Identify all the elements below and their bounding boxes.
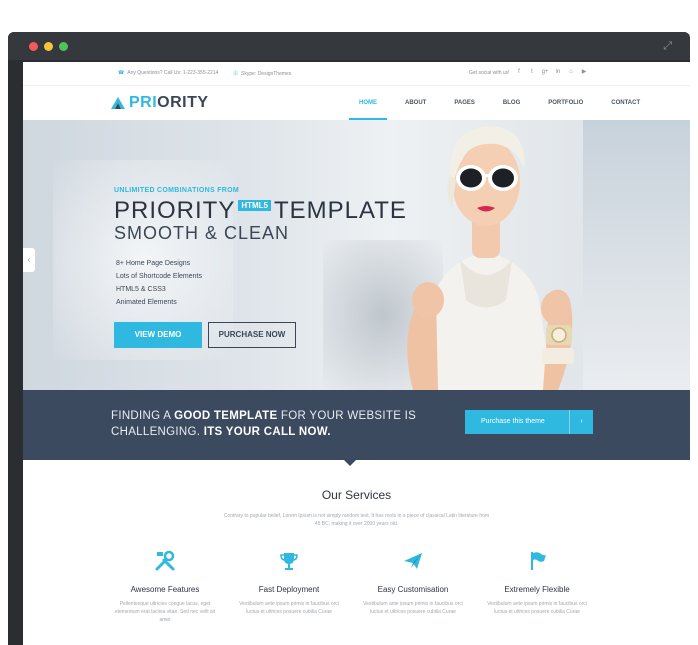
feature-item: HTML5 & CSS3 — [116, 286, 166, 293]
trophy-icon — [280, 553, 298, 570]
site-logo[interactable]: PRIORITY — [111, 94, 209, 112]
hero-background-blur — [583, 120, 690, 390]
html5-badge: HTML5 — [238, 200, 272, 211]
cta-text-segment: FINDING A — [111, 410, 175, 422]
hero-feature-list: 8+ Home Page Designs Lots of Shortcode E… — [116, 257, 202, 309]
view-demo-button[interactable]: VIEW DEMO — [114, 322, 202, 348]
contact-text: Any Questions? Call Us: 1-223-355-2214 — [127, 70, 219, 76]
slider-prev-arrow[interactable]: ‹ — [23, 248, 35, 272]
flag-icon — [531, 552, 546, 570]
nav-item-about[interactable]: ABOUT — [395, 86, 436, 120]
feature-item: Lots of Shortcode Elements — [116, 273, 202, 280]
social-label: Get social with us! — [469, 70, 510, 76]
google-plus-icon[interactable]: g+ — [541, 68, 549, 76]
facebook-icon[interactable]: f — [515, 68, 523, 76]
services-title: Our Services — [321, 488, 392, 502]
skype-info: Ⓢ Skype: DesignThemes — [233, 70, 291, 77]
top-info-bar: ☎ Any Questions? Call Us: 1-223-355-2214 … — [23, 62, 690, 86]
nav-item-contact[interactable]: CONTACT — [601, 86, 650, 120]
logo-text: PRIORITY — [129, 94, 209, 112]
skype-text: Skype: DesignThemes — [241, 71, 292, 77]
contact-info: ☎ Any Questions? Call Us: 1-223-355-2214 — [118, 70, 218, 76]
cta-banner: FINDING A GOOD TEMPLATE FOR YOUR WEBSITE… — [23, 390, 690, 460]
feature-item: 8+ Home Page Designs — [116, 260, 191, 267]
expand-icon[interactable]: ⤢ — [663, 40, 672, 53]
youtube-icon[interactable]: ▶ — [580, 68, 588, 76]
social-links: f t g+ in ⌂ ▶ — [515, 68, 588, 76]
window-titlebar: ⤢ — [8, 32, 690, 60]
service-card: Fast Deployment Vestibulum ante ipsum pr… — [229, 550, 349, 616]
hero-eyebrow: UNLIMITED COMBINATIONS FROM — [114, 187, 240, 194]
purchase-theme-button[interactable]: Purchase this theme › — [465, 410, 593, 434]
tools-icon — [155, 550, 175, 571]
close-window-button[interactable] — [29, 42, 38, 51]
skype-icon: Ⓢ — [233, 71, 239, 77]
logo-text-accent: PRI — [129, 94, 158, 111]
hero-title-part1: PRIORITY — [114, 197, 236, 224]
logo-mark-icon — [111, 97, 125, 109]
service-description: Pellentesque ultricies congue lacus, ege… — [114, 601, 216, 623]
hero-title: PRIORITY HTML5 TEMPLATE — [114, 197, 407, 225]
cta-line-2: CHALLENGING. ITS YOUR CALL NOW. — [111, 424, 416, 440]
service-card: Easy Customisation Vestibulum ante ipsum… — [353, 550, 473, 616]
hero-model-image — [407, 126, 574, 390]
cta-text: FINDING A GOOD TEMPLATE FOR YOUR WEBSITE… — [111, 408, 416, 440]
browser-window: ⤢ ☎ Any Questions? Call Us: 1-223-355-221… — [8, 32, 690, 645]
hero-subtitle: SMOOTH & CLEAN — [114, 223, 290, 243]
nav-item-home[interactable]: HOME — [349, 86, 387, 120]
purchase-now-button[interactable]: PURCHASE NOW — [208, 322, 296, 348]
phone-icon: ☎ — [118, 70, 125, 76]
linkedin-icon[interactable]: in — [554, 68, 562, 76]
website-screen: ☎ Any Questions? Call Us: 1-223-355-2214 … — [23, 62, 690, 645]
twitter-icon[interactable]: t — [528, 68, 536, 76]
service-name: Extremely Flexible — [504, 585, 570, 594]
logo-text-rest: ORITY — [157, 94, 209, 111]
service-card: Extremely Flexible Vestibulum ante ipsum… — [477, 550, 597, 616]
cta-text-bold: ITS YOUR CALL NOW. — [203, 426, 331, 438]
services-intro: Contrary to popular belief, Lorem Ipsum … — [223, 513, 490, 527]
nav-menu: HOME ABOUT PAGES BLOG PORTFOLIO CONTACT — [349, 86, 658, 120]
cta-line-1: FINDING A GOOD TEMPLATE FOR YOUR WEBSITE… — [111, 408, 416, 424]
cta-text-segment: CHALLENGING. — [111, 426, 204, 438]
minimize-window-button[interactable] — [44, 42, 53, 51]
service-description: Vestibulum ante ipsum primis in faucibus… — [239, 601, 339, 615]
nav-item-blog[interactable]: BLOG — [493, 86, 530, 120]
cta-text-bold: GOOD TEMPLATE — [174, 410, 278, 422]
service-name: Awesome Features — [130, 585, 200, 594]
service-card: Awesome Features Pellentesque ultricies … — [105, 550, 225, 624]
cta-text-segment: FOR YOUR WEBSITE IS — [277, 410, 417, 422]
paper-plane-icon — [404, 553, 422, 569]
services-section: Our Services Contrary to popular belief,… — [23, 466, 690, 645]
purchase-theme-label: Purchase this theme — [481, 418, 545, 425]
service-description: Vestibulum ante ipsum primis in faucibus… — [363, 601, 463, 615]
nav-item-portfolio[interactable]: PORTFOLIO — [538, 86, 593, 120]
main-navbar: PRIORITY HOME ABOUT PAGES BLOG PORTFOLIO… — [23, 86, 690, 120]
feature-item: Animated Elements — [116, 299, 177, 306]
dribbble-icon[interactable]: ⌂ — [567, 68, 575, 76]
service-description: Vestibulum ante ipsum primis in faucibus… — [487, 601, 587, 615]
service-name: Fast Deployment — [258, 585, 320, 594]
chevron-right-icon: › — [569, 410, 593, 434]
hero-slider: ‹ UNLIMITED COMBINATIONS FROM PRIORITY HT… — [23, 120, 690, 390]
service-name: Easy Customisation — [377, 585, 449, 594]
nav-item-pages[interactable]: PAGES — [444, 86, 485, 120]
maximize-window-button[interactable] — [59, 42, 68, 51]
